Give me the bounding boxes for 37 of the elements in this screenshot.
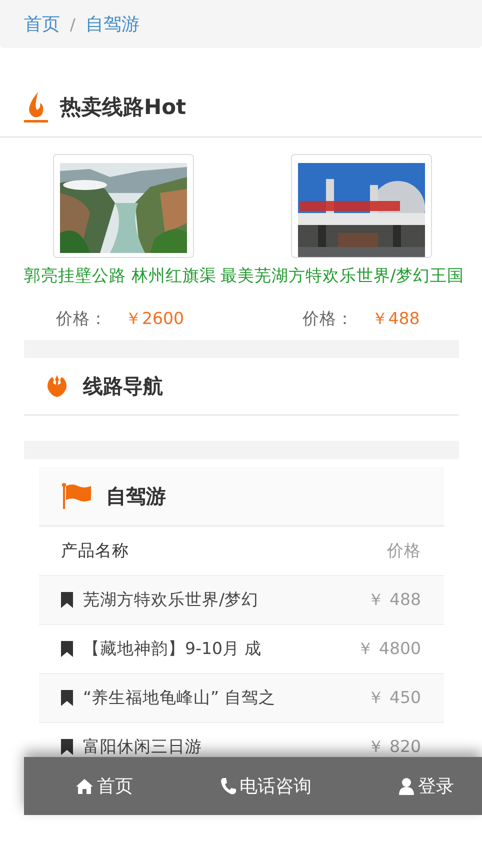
route-price: ￥ 4800 <box>356 638 421 660</box>
product-title-link[interactable]: 最美芜湖方特欢乐世界/梦幻王国 <box>220 265 464 287</box>
route-link[interactable]: 芜湖方特欢乐世界/梦幻 <box>83 589 259 611</box>
user-icon <box>399 778 414 794</box>
panel-title: 自驾游 <box>106 482 166 510</box>
nav-link[interactable]: 登录 <box>399 774 454 798</box>
bookmark-icon <box>61 690 73 706</box>
route-price: ￥ 450 <box>367 687 421 709</box>
route-price: ￥ 488 <box>367 589 421 611</box>
route-price: ￥ 820 <box>367 736 421 758</box>
breadcrumb-link[interactable]: 自驾游 <box>85 12 140 36</box>
phone-icon <box>220 778 236 794</box>
product-image-card[interactable] <box>52 154 194 258</box>
product-title-link[interactable]: 郭亮挂壁公路 林州红旗渠 <box>24 265 216 287</box>
product-price: ￥488 <box>371 308 420 330</box>
column-header: 价格 <box>387 540 421 562</box>
route-link[interactable]: “养生福地龟峰山” 自驾之 <box>83 687 276 709</box>
section-title: 线路导航 <box>83 372 163 400</box>
flag-icon <box>62 483 92 509</box>
product-price: ￥2600 <box>125 308 184 330</box>
home-icon <box>76 778 93 794</box>
price-label: 价格： <box>56 308 107 330</box>
section-title: 热卖线路Hot <box>60 94 186 121</box>
nav-link[interactable]: 电话咨询 <box>220 774 312 798</box>
breadcrumb-link[interactable]: 首页 <box>24 12 60 36</box>
route-link[interactable]: 【藏地神韵】9-10月 成 <box>83 638 262 660</box>
bookmark-icon <box>61 592 73 608</box>
breadcrumb-separator: / <box>70 14 76 34</box>
route-link[interactable]: 富阳休闲三日游 <box>83 736 202 758</box>
product-image-card[interactable] <box>290 154 432 258</box>
column-header: 产品名称 <box>61 540 129 562</box>
price-label: 价格： <box>302 308 354 330</box>
emblem-icon <box>45 374 69 398</box>
bookmark-icon <box>61 641 73 657</box>
bookmark-icon <box>61 739 73 755</box>
nav-link[interactable]: 首页 <box>76 774 133 798</box>
flame-icon <box>24 91 48 123</box>
